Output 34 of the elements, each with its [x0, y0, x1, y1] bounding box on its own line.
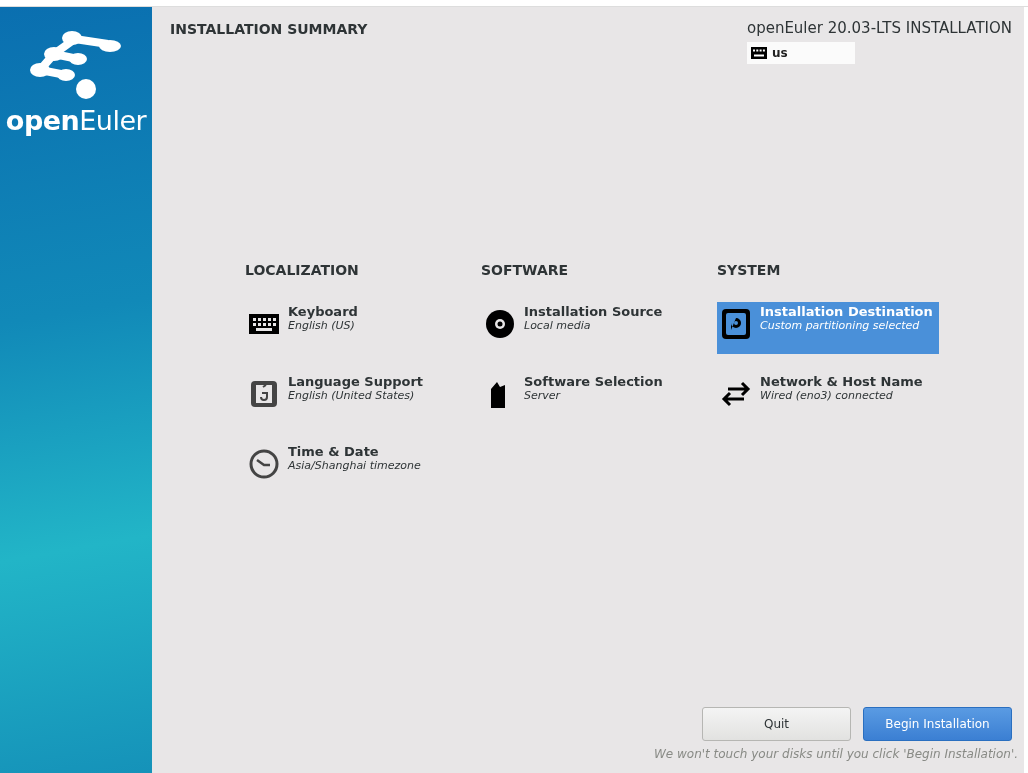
spoke-status: Wired (eno3) connected: [760, 389, 894, 402]
spoke-title: Keyboard: [288, 304, 358, 319]
summary-spoke[interactable]: Software Selection Server: [481, 372, 699, 424]
category-heading: SOFTWARE: [481, 262, 570, 278]
spoke-title: Network & Host Name: [760, 374, 923, 389]
brand-name: openEuler: [5, 105, 147, 136]
spoke-status: Server: [524, 389, 562, 402]
spoke-title: Software Selection: [524, 374, 663, 389]
quit-button[interactable]: Quit: [702, 707, 851, 741]
summary-spoke[interactable]: Installation Source Local media: [481, 302, 699, 354]
spoke-status: English (US): [288, 319, 356, 332]
clock-icon: [248, 448, 280, 480]
language-icon: [248, 378, 280, 410]
spoke-title: Time & Date: [288, 444, 380, 459]
summary-spoke[interactable]: Language Support English (United States): [245, 372, 463, 424]
spoke-title: Language Support: [288, 374, 424, 389]
spoke-status: Asia/Shanghai timezone: [288, 459, 421, 472]
page-title: INSTALLATION SUMMARY: [170, 21, 368, 37]
summary-spoke[interactable]: Time & Date Asia/Shanghai timezone: [245, 442, 463, 494]
keyboard-layout-indicator[interactable]: us: [746, 42, 855, 64]
footer-note: We won't touch your disks until you click 'Begin Installation'.: [652, 747, 1018, 761]
spoke-status: Custom partitioning selected: [760, 319, 921, 332]
keyboard-icon: [750, 47, 767, 59]
summary-spoke[interactable]: Network & Host Name Wired (eno3) connected: [717, 372, 935, 424]
category-heading: SYSTEM: [717, 262, 782, 278]
disc-icon: [484, 308, 516, 340]
spoke-title: Installation Destination: [760, 304, 933, 319]
logo-icon: [28, 29, 124, 99]
spoke-title: Installation Source: [524, 304, 663, 319]
category-heading: LOCALIZATION: [245, 262, 360, 278]
spoke-status: Local media: [524, 319, 592, 332]
product-title: openEuler 20.03-LTS INSTALLATION: [746, 19, 1012, 37]
summary-spoke[interactable]: Keyboard English (US): [245, 302, 463, 354]
spoke-status: English (United States): [288, 389, 416, 402]
